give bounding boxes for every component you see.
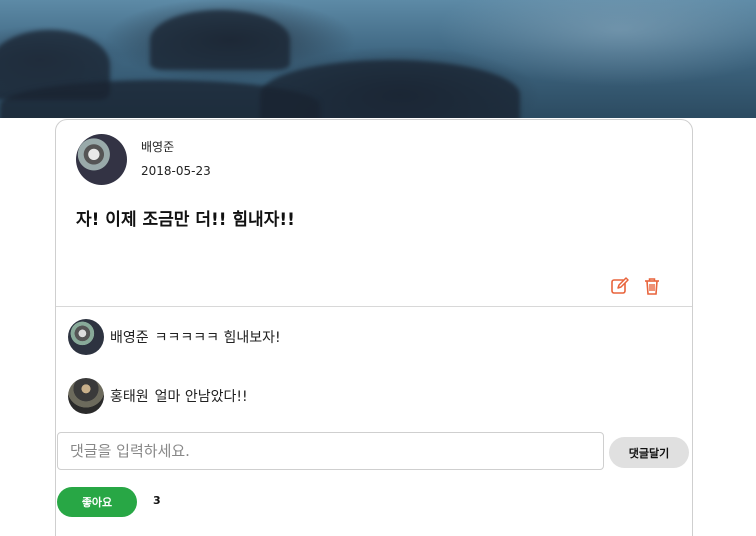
- post-content: 자! 이제 조금만 더!! 힘내자!!: [76, 210, 295, 230]
- comment-text: ㅋㅋㅋㅋㅋ 힘내보자!: [154, 330, 281, 346]
- comment-submit-button[interactable]: 댓글달기: [609, 437, 689, 468]
- like-button[interactable]: 좋아요: [57, 487, 137, 517]
- post-author[interactable]: 배영준: [141, 138, 174, 155]
- comment-item: 홍태원 얼마 안남았다!!: [68, 378, 248, 414]
- divider: [56, 306, 692, 307]
- like-count: 3: [153, 494, 161, 507]
- comment-item: 배영준 ㅋㅋㅋㅋㅋ 힘내보자!: [68, 319, 281, 355]
- trash-icon[interactable]: [642, 276, 662, 296]
- header-banner-image: [0, 0, 756, 118]
- edit-icon[interactable]: [610, 276, 630, 296]
- comment-avatar[interactable]: [68, 319, 104, 355]
- post-card: 배영준 2018-05-23 자! 이제 조금만 더!! 힘내자!! 배영준 ㅋ…: [55, 119, 693, 536]
- comment-author[interactable]: 배영준: [110, 327, 149, 347]
- post-date: 2018-05-23: [141, 164, 211, 178]
- comment-avatar[interactable]: [68, 378, 104, 414]
- comment-input[interactable]: [57, 432, 604, 470]
- comment-text: 얼마 안남았다!!: [154, 389, 248, 405]
- comment-author[interactable]: 홍태원: [110, 386, 149, 406]
- author-avatar[interactable]: [76, 134, 127, 185]
